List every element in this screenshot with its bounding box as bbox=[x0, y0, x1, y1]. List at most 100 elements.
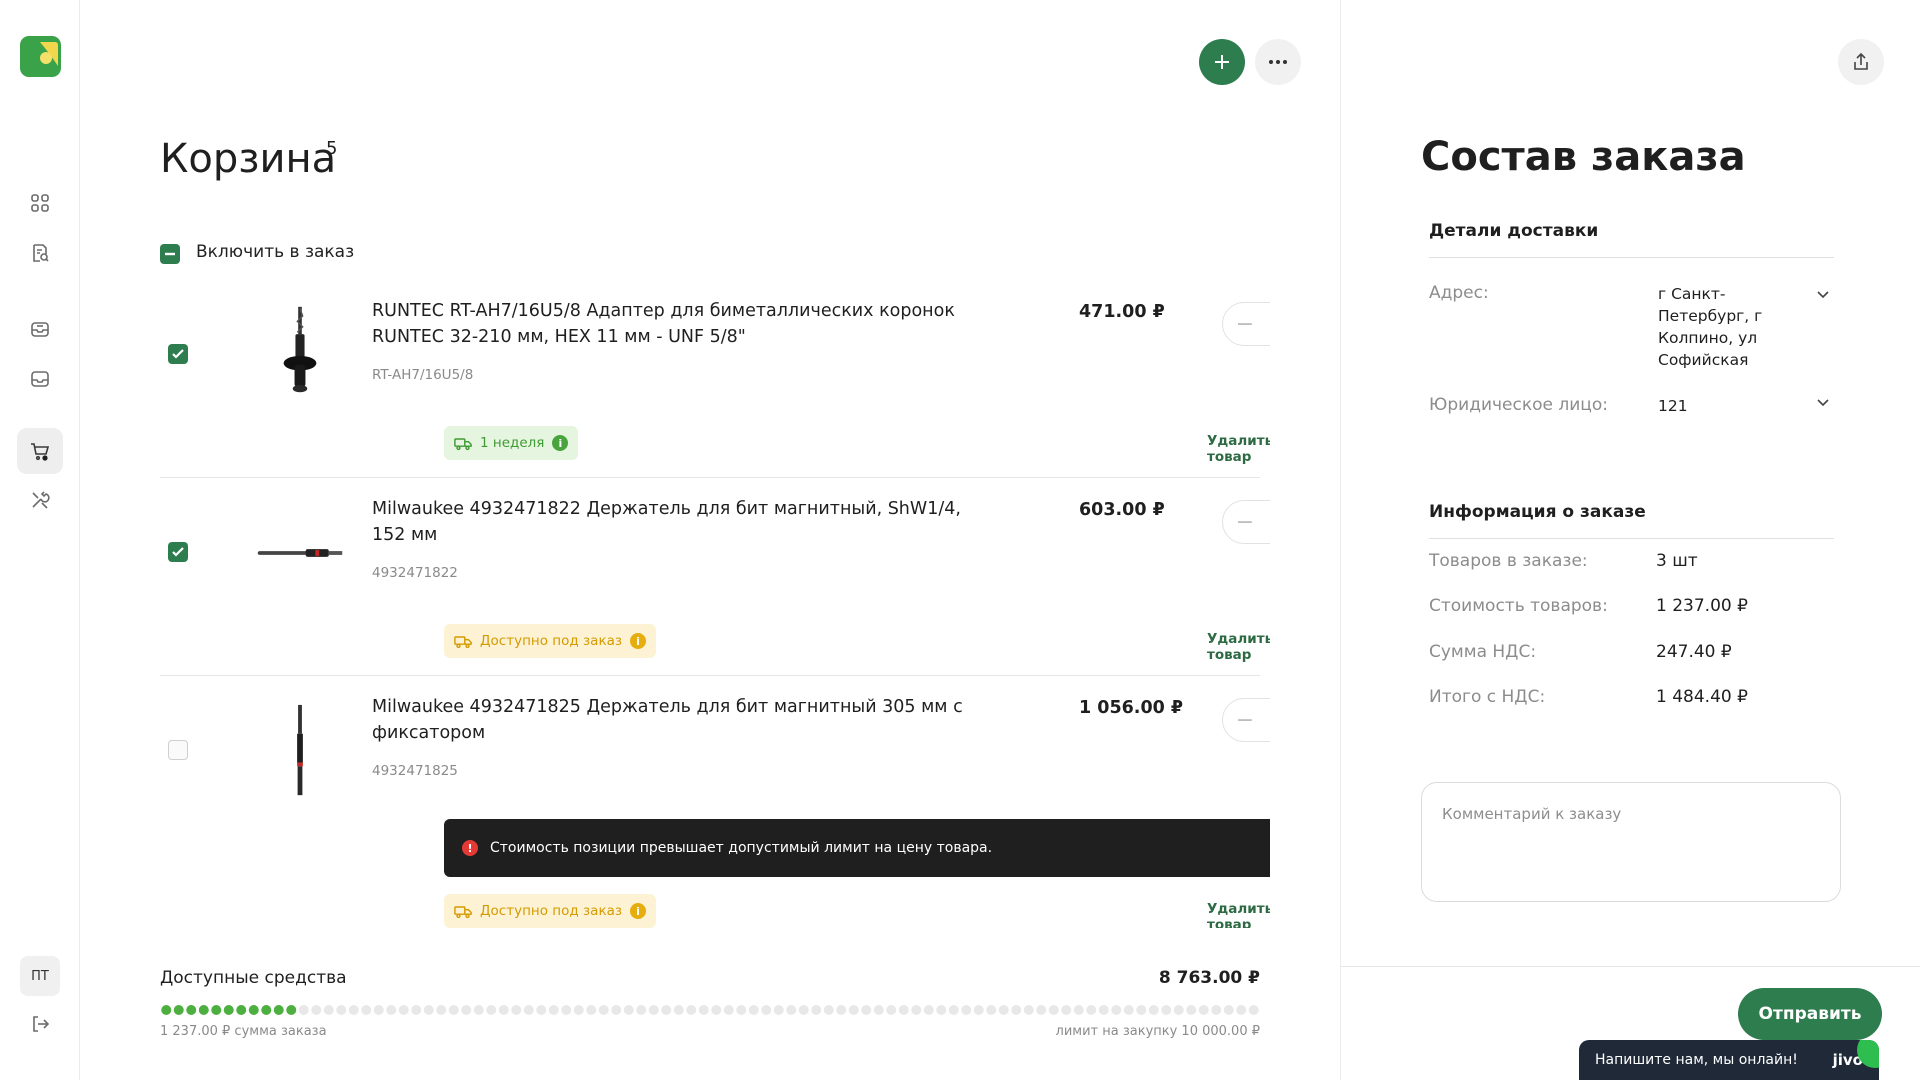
cart-panel: Корзина 5 Включить в заказ RUNTEC RT-AH7… bbox=[80, 0, 1340, 1080]
progress-dot-empty bbox=[1186, 1005, 1197, 1015]
chevron-down-icon[interactable] bbox=[1815, 394, 1831, 410]
comment-field[interactable] bbox=[1422, 783, 1840, 901]
badge-label: Доступно под заказ bbox=[480, 903, 623, 919]
progress-dot-empty bbox=[636, 1005, 647, 1015]
progress-dot-empty bbox=[773, 1005, 784, 1015]
chevron-down-icon[interactable] bbox=[1815, 286, 1831, 302]
side-rail: ПТ bbox=[0, 0, 80, 1080]
item-name[interactable]: RUNTEC RT-AH7/16U5/8 Адаптер для биметал… bbox=[372, 298, 972, 350]
catalog-icon[interactable] bbox=[17, 180, 63, 226]
availability-badge: Доступно под заказ i bbox=[444, 624, 657, 658]
legal-entity-select[interactable]: 121 bbox=[1658, 395, 1688, 417]
progress-dot-empty bbox=[573, 1005, 584, 1015]
item-price: 603.00 ₽ bbox=[1079, 500, 1165, 520]
total-label: Итого с НДС: bbox=[1429, 687, 1546, 707]
progress-dot-filled bbox=[273, 1005, 284, 1015]
progress-dot-empty bbox=[698, 1005, 709, 1015]
address-select[interactable]: г Санкт-Петербург, г Колпино, ул Софийск… bbox=[1658, 283, 1778, 371]
items-count-label: Товаров в заказе: bbox=[1429, 551, 1588, 571]
progress-dot-empty bbox=[336, 1005, 347, 1015]
progress-dot-empty bbox=[1236, 1005, 1247, 1015]
item-price: 471.00 ₽ bbox=[1079, 302, 1165, 322]
info-icon[interactable]: i bbox=[552, 435, 569, 451]
progress-dot-empty bbox=[511, 1005, 522, 1015]
quantity-stepper: − 1 + bbox=[1222, 500, 1270, 544]
cart-items-list[interactable]: RUNTEC RT-AH7/16U5/8 Адаптер для биметал… bbox=[160, 280, 1270, 928]
progress-dot-empty bbox=[823, 1005, 834, 1015]
order-summary-panel: Состав заказа Детали доставки Адрес: г С… bbox=[1340, 0, 1920, 1080]
tools-icon[interactable] bbox=[17, 477, 63, 523]
progress-dot-empty bbox=[898, 1005, 909, 1015]
progress-dot-empty bbox=[598, 1005, 609, 1015]
progress-dot-empty bbox=[1161, 1005, 1172, 1015]
funds-amount: 8 763.00 ₽ bbox=[1158, 968, 1260, 988]
product-image[interactable] bbox=[230, 696, 370, 806]
progress-dot-empty bbox=[523, 1005, 534, 1015]
progress-dot-filled bbox=[198, 1005, 209, 1015]
progress-dot-empty bbox=[673, 1005, 684, 1015]
progress-dot-empty bbox=[948, 1005, 959, 1015]
more-options-button[interactable] bbox=[1255, 39, 1301, 85]
item-checkbox[interactable] bbox=[168, 542, 188, 562]
comment-box bbox=[1421, 782, 1841, 902]
progress-dot-empty bbox=[348, 1005, 359, 1015]
progress-dot-empty bbox=[536, 1005, 547, 1015]
progress-dot-empty bbox=[723, 1005, 734, 1015]
progress-dot-empty bbox=[1086, 1005, 1097, 1015]
item-sku: RT-AH7/16U5/8 bbox=[372, 367, 474, 383]
product-image[interactable] bbox=[230, 300, 370, 410]
add-item-button[interactable] bbox=[1199, 39, 1245, 85]
progress-dot-empty bbox=[1198, 1005, 1209, 1015]
progress-dot-empty bbox=[586, 1005, 597, 1015]
inbox-icon[interactable] bbox=[17, 356, 63, 402]
progress-dot-empty bbox=[561, 1005, 572, 1015]
delivery-heading: Детали доставки bbox=[1429, 221, 1834, 258]
info-icon[interactable]: i bbox=[630, 633, 647, 649]
document-search-icon[interactable] bbox=[17, 230, 63, 276]
user-avatar[interactable]: ПТ bbox=[20, 956, 60, 996]
item-checkbox[interactable] bbox=[168, 740, 188, 760]
delete-item-button[interactable]: Удалить товар bbox=[1207, 433, 1270, 465]
progress-dot-filled bbox=[161, 1005, 172, 1015]
progress-dot-empty bbox=[736, 1005, 747, 1015]
progress-dot-empty bbox=[998, 1005, 1009, 1015]
error-icon: ! bbox=[462, 840, 478, 856]
progress-dot-empty bbox=[648, 1005, 659, 1015]
progress-dot-empty bbox=[1223, 1005, 1234, 1015]
info-icon[interactable]: i bbox=[630, 903, 647, 919]
share-button[interactable] bbox=[1838, 39, 1884, 85]
product-image[interactable] bbox=[230, 498, 370, 608]
decrease-button[interactable]: − bbox=[1227, 306, 1263, 342]
vat-value: 247.40 ₽ bbox=[1656, 642, 1732, 662]
alert-text: Стоимость позиции превышает допустимый л… bbox=[490, 840, 993, 856]
item-name[interactable]: Milwaukee 4932471822 Держатель для бит м… bbox=[372, 496, 972, 548]
item-sku: 4932471822 bbox=[372, 565, 458, 581]
logout-icon[interactable] bbox=[17, 1001, 63, 1047]
vat-label: Сумма НДС: bbox=[1429, 642, 1537, 662]
include-all-label: Включить в заказ bbox=[196, 242, 355, 262]
progress-dot-filled bbox=[286, 1005, 297, 1015]
app-logo[interactable] bbox=[20, 36, 61, 77]
quantity-stepper: − 1 + bbox=[1222, 302, 1270, 346]
progress-dot-empty bbox=[1111, 1005, 1122, 1015]
delete-item-button[interactable]: Удалить товар bbox=[1207, 901, 1270, 928]
include-all-checkbox[interactable] bbox=[160, 244, 180, 264]
chat-widget[interactable]: Напишите нам, мы онлайн! jivo bbox=[1579, 1040, 1879, 1080]
decrease-button[interactable]: − bbox=[1227, 504, 1263, 540]
item-name[interactable]: Milwaukee 4932471825 Держатель для бит м… bbox=[372, 694, 972, 746]
send-order-button[interactable]: Отправить bbox=[1738, 988, 1882, 1040]
truck-icon bbox=[454, 437, 472, 450]
progress-dot-empty bbox=[548, 1005, 559, 1015]
progress-dot-empty bbox=[1061, 1005, 1072, 1015]
cart-icon[interactable] bbox=[17, 428, 63, 474]
item-checkbox[interactable] bbox=[168, 344, 188, 364]
progress-dot-empty bbox=[1148, 1005, 1159, 1015]
address-label: Адрес: bbox=[1429, 283, 1489, 303]
decrease-button[interactable]: − bbox=[1227, 702, 1263, 738]
orders-icon[interactable] bbox=[17, 306, 63, 352]
delete-item-button[interactable]: Удалить товар bbox=[1207, 631, 1270, 663]
cart-item: Milwaukee 4932471825 Держатель для бит м… bbox=[160, 676, 1270, 928]
cart-count: 5 bbox=[326, 138, 338, 159]
progress-dot-empty bbox=[936, 1005, 947, 1015]
page-title: Корзина bbox=[160, 136, 337, 182]
